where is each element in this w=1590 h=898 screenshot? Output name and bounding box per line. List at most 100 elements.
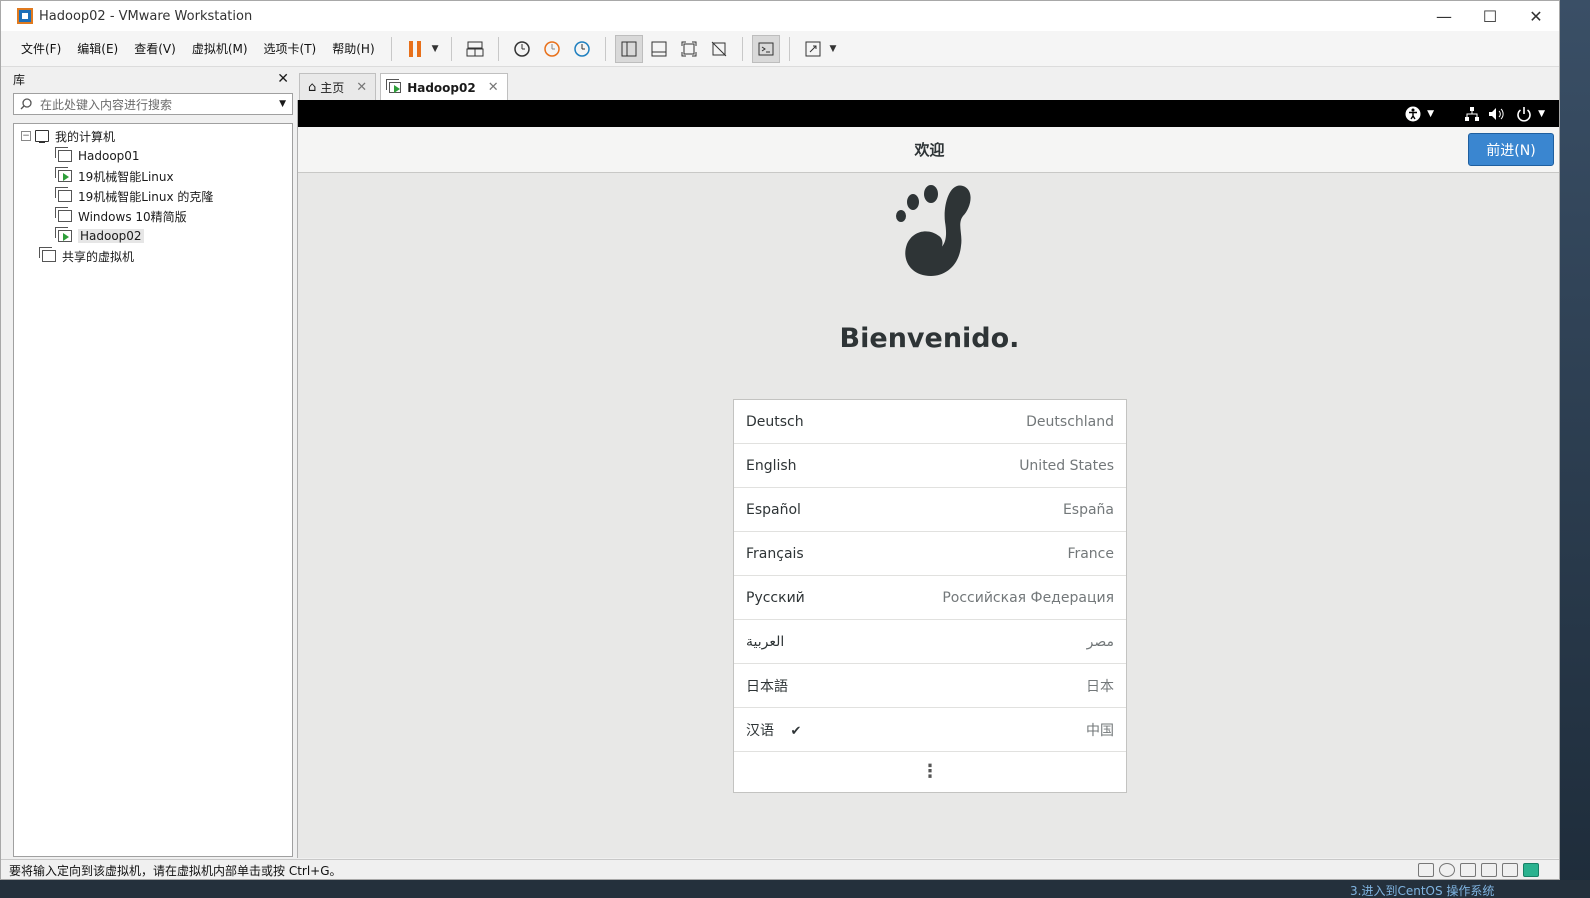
menu-edit[interactable]: 编辑(E): [69, 40, 126, 57]
status-message: 要将输入定向到该虚拟机，请在虚拟机内部单击或按 Ctrl+G。: [9, 864, 342, 878]
language-row[interactable]: Deutsch Deutschland: [734, 400, 1126, 444]
tree-item-label: 共享的虚拟机: [62, 249, 135, 264]
language-name: English: [746, 457, 797, 474]
minimize-button[interactable]: —: [1421, 1, 1467, 31]
tab-close-icon[interactable]: ✕: [356, 80, 367, 95]
menu-help[interactable]: 帮助(H): [324, 40, 382, 57]
next-button[interactable]: 前进(N): [1468, 133, 1554, 166]
network-adapter-icon[interactable]: [1460, 863, 1476, 877]
thumbnail-bar-icon: [651, 41, 667, 56]
tab-label: Hadoop02: [407, 80, 476, 95]
network-icon[interactable]: [1464, 106, 1480, 122]
language-country: Российская Федерация: [942, 589, 1114, 606]
toolbar-separator: [604, 36, 606, 61]
language-name: العربية: [746, 633, 785, 650]
device-status-icons: [1413, 863, 1539, 877]
sound-icon[interactable]: [1502, 863, 1518, 877]
language-country: United States: [1019, 457, 1114, 474]
tree-item-label: Windows 10精简版: [78, 209, 187, 224]
menu-file[interactable]: 文件(F): [13, 40, 69, 57]
tree-item-my-computer[interactable]: − 我的计算机: [14, 126, 292, 146]
gnome-top-bar: ▼ ▼: [298, 100, 1559, 127]
tab-bar: ⌂ 主页 ✕ Hadoop02 ✕: [299, 73, 512, 101]
vm-icon: [55, 207, 72, 222]
language-row[interactable]: العربية مصر: [734, 620, 1126, 664]
tree-item-vm[interactable]: Hadoop01: [14, 146, 292, 166]
tree-item-vm[interactable]: Windows 10精简版: [14, 206, 292, 226]
collapse-icon[interactable]: −: [21, 131, 31, 141]
pause-button[interactable]: [401, 35, 429, 63]
library-title: 库: [13, 72, 26, 87]
library-close-icon[interactable]: ✕: [277, 71, 289, 87]
cd-dvd-icon[interactable]: [1439, 863, 1455, 877]
tree-item-vm[interactable]: 19机械智能Linux: [14, 166, 292, 186]
snapshot-manager-icon: [573, 40, 590, 57]
tree-item-label: 19机械智能Linux: [78, 169, 174, 184]
volume-icon[interactable]: [1488, 106, 1506, 122]
stretch-dropdown-icon[interactable]: ▼: [830, 44, 837, 54]
revert-snapshot-button[interactable]: [538, 35, 566, 63]
accessibility-dropdown-icon[interactable]: ▼: [1427, 109, 1434, 119]
language-name: Deutsch: [746, 413, 804, 430]
show-library-button[interactable]: [614, 34, 643, 63]
language-row[interactable]: English United States: [734, 444, 1126, 488]
toolbar-separator: [497, 36, 499, 61]
maximize-button[interactable]: ☐: [1467, 1, 1513, 31]
fullscreen-button[interactable]: [675, 35, 703, 63]
more-languages-button[interactable]: ⋮: [734, 752, 1126, 792]
tree-item-vm[interactable]: 19机械智能Linux 的克隆: [14, 186, 292, 206]
stretch-guest-button[interactable]: [799, 35, 827, 63]
desktop-background: [1560, 0, 1590, 898]
menu-vm[interactable]: 虚拟机(M): [184, 40, 256, 57]
pause-icon: [408, 40, 421, 57]
menu-view[interactable]: 查看(V): [126, 40, 184, 57]
vm-icon: [55, 147, 72, 162]
tab-close-icon[interactable]: ✕: [488, 80, 499, 95]
tree-item-vm-selected[interactable]: Hadoop02: [14, 226, 292, 246]
tab-home[interactable]: ⌂ 主页 ✕: [299, 73, 377, 101]
close-button[interactable]: ✕: [1513, 1, 1559, 31]
message-log-icon[interactable]: [1523, 863, 1539, 877]
printer-icon[interactable]: [1481, 863, 1497, 877]
search-icon: [20, 98, 32, 110]
language-row[interactable]: 日本語 日本: [734, 664, 1126, 708]
language-name: 汉语: [746, 722, 774, 739]
library-search[interactable]: 在此处键入内容进行搜索 ▼: [13, 93, 293, 115]
vmware-window: Hadoop02 - VMware Workstation — ☐ ✕ 文件(F…: [0, 0, 1560, 880]
tree-item-shared-vms[interactable]: 共享的虚拟机: [14, 246, 292, 266]
show-thumbnail-bar-button[interactable]: [645, 35, 673, 63]
tab-label: 主页: [320, 81, 345, 95]
snapshot-button[interactable]: [508, 35, 536, 63]
title-bar: Hadoop02 - VMware Workstation — ☐ ✕: [1, 1, 1559, 31]
window-controls: — ☐ ✕: [1421, 1, 1559, 31]
menu-tabs[interactable]: 选项卡(T): [256, 40, 325, 57]
language-country: 日本: [1086, 678, 1114, 695]
language-row[interactable]: Français France: [734, 532, 1126, 576]
search-input[interactable]: 在此处键入内容进行搜索: [40, 96, 279, 113]
power-icon[interactable]: [1516, 106, 1532, 122]
send-ctrl-alt-del-button[interactable]: [461, 35, 489, 63]
fullscreen-icon: [681, 41, 697, 56]
tab-hadoop02[interactable]: Hadoop02 ✕: [380, 73, 508, 101]
tree-item-label: Hadoop01: [78, 149, 140, 163]
language-name: 日本語: [746, 678, 788, 695]
hard-disk-icon[interactable]: [1418, 863, 1434, 877]
accessibility-icon[interactable]: [1405, 106, 1421, 122]
language-row[interactable]: Русский Российская Федерация: [734, 576, 1126, 620]
unity-mode-button[interactable]: [705, 35, 733, 63]
power-dropdown-icon[interactable]: ▼: [1538, 109, 1545, 119]
language-name-wrap: 汉语 ✔: [746, 720, 801, 740]
gnome-status-area[interactable]: ▼ ▼: [1405, 100, 1545, 127]
vm-console[interactable]: ▼ ▼ 欢迎 前进(N) Bienvenido. Deutsch Deutsch…: [297, 100, 1559, 858]
console-view-button[interactable]: [751, 34, 780, 63]
library-tree: − 我的计算机 Hadoop01 19机械智能Linux 19机械智能Linux…: [13, 123, 293, 857]
language-country: Deutschland: [1026, 413, 1114, 430]
snapshot-manager-button[interactable]: [568, 35, 596, 63]
search-dropdown-icon[interactable]: ▼: [279, 99, 286, 109]
pause-dropdown-icon[interactable]: ▼: [432, 44, 439, 54]
status-bar: 要将输入定向到该虚拟机，请在虚拟机内部单击或按 Ctrl+G。: [1, 859, 1559, 879]
language-row[interactable]: Español España: [734, 488, 1126, 532]
language-row-selected[interactable]: 汉语 ✔ 中国: [734, 708, 1126, 752]
library-panel-icon: [621, 41, 637, 56]
language-country: مصر: [1086, 633, 1114, 650]
